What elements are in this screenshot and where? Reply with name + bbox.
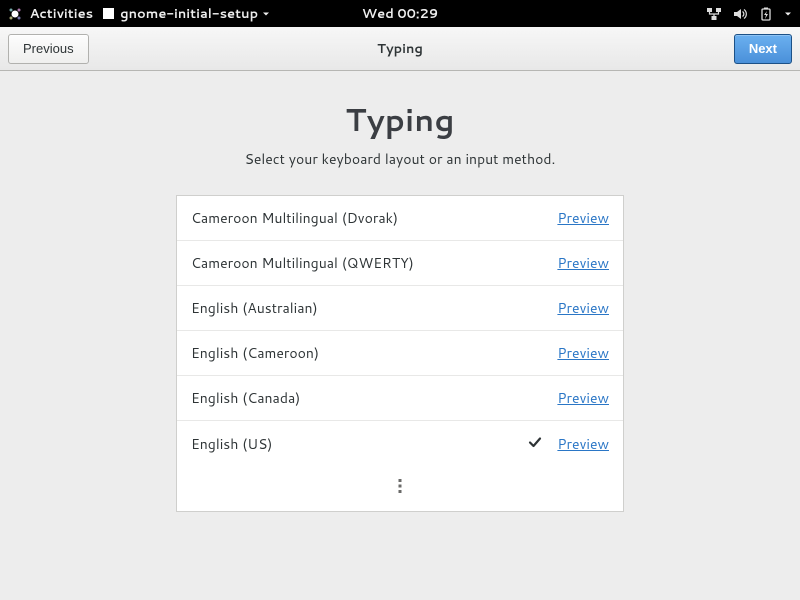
preview-link[interactable]: Preview bbox=[557, 434, 609, 454]
preview-link[interactable]: Preview bbox=[557, 388, 609, 408]
page-title: Typing bbox=[345, 97, 454, 141]
layout-name: Cameroon Multilingual (Dvorak) bbox=[191, 208, 523, 228]
show-more-button[interactable] bbox=[177, 466, 623, 511]
preview-link[interactable]: Preview bbox=[557, 208, 609, 228]
battery-icon[interactable] bbox=[758, 6, 774, 22]
clock-label: Wed 00:29 bbox=[362, 5, 438, 23]
top-bar: Activities gnome-initial-setup Wed 00:29 bbox=[0, 0, 800, 27]
layout-name: English (US) bbox=[191, 434, 523, 454]
more-icon bbox=[398, 477, 402, 500]
preview-link[interactable]: Preview bbox=[557, 298, 609, 318]
layout-row[interactable]: English (Canada) Preview bbox=[177, 376, 623, 421]
header-bar: Previous Typing Next bbox=[0, 27, 800, 71]
layout-row[interactable]: Cameroon Multilingual (QWERTY) Preview bbox=[177, 241, 623, 286]
system-menu-caret-icon[interactable] bbox=[784, 10, 792, 18]
layout-row[interactable]: English (US) Preview bbox=[177, 421, 623, 466]
layout-name: Cameroon Multilingual (QWERTY) bbox=[191, 253, 523, 273]
activities-icon bbox=[8, 7, 22, 21]
preview-link[interactable]: Preview bbox=[557, 253, 609, 273]
keyboard-layout-list: Cameroon Multilingual (Dvorak)PreviewCam… bbox=[176, 195, 624, 512]
layout-name: English (Cameroon) bbox=[191, 343, 523, 363]
network-icon[interactable] bbox=[706, 6, 722, 22]
page-subtitle: Select your keyboard layout or an input … bbox=[245, 149, 556, 169]
layout-row[interactable]: Cameroon Multilingual (Dvorak) Preview bbox=[177, 196, 623, 241]
layout-row[interactable]: English (Australian) Preview bbox=[177, 286, 623, 331]
activities-label: Activities bbox=[30, 5, 94, 23]
volume-icon[interactable] bbox=[732, 6, 748, 22]
checkmark-icon bbox=[523, 434, 547, 454]
app-menu[interactable]: gnome-initial-setup bbox=[103, 5, 270, 23]
app-name-label: gnome-initial-setup bbox=[120, 5, 258, 23]
activities-button[interactable]: Activities bbox=[8, 5, 93, 23]
caret-down-icon bbox=[262, 5, 270, 23]
headerbar-title: Typing bbox=[377, 40, 423, 58]
app-icon bbox=[103, 8, 114, 19]
preview-link[interactable]: Preview bbox=[557, 343, 609, 363]
next-button[interactable]: Next bbox=[734, 34, 792, 64]
previous-button[interactable]: Previous bbox=[8, 34, 89, 64]
content-area: Typing Select your keyboard layout or an… bbox=[0, 71, 800, 512]
layout-row[interactable]: English (Cameroon) Preview bbox=[177, 331, 623, 376]
layout-name: English (Australian) bbox=[191, 298, 523, 318]
clock[interactable]: Wed 00:29 bbox=[362, 5, 438, 23]
layout-name: English (Canada) bbox=[191, 388, 523, 408]
